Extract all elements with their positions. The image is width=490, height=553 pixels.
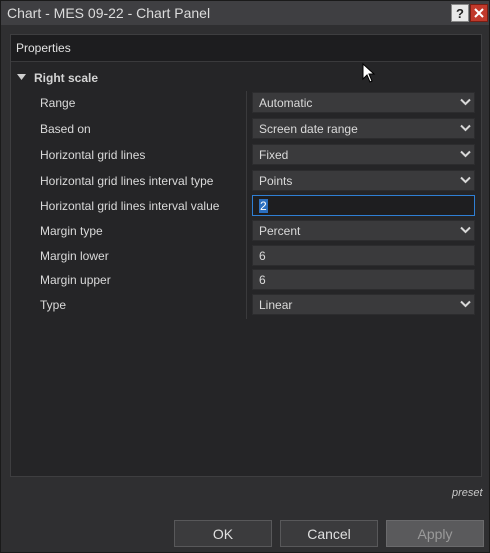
chevron-down-icon[interactable] xyxy=(460,150,471,158)
property-label: Margin lower xyxy=(40,249,109,263)
properties-panel: Properties Right scale Range Automatic Bas… xyxy=(10,34,482,477)
chevron-down-icon[interactable] xyxy=(460,176,471,184)
preset-link[interactable]: preset xyxy=(452,487,483,499)
property-label: Range xyxy=(40,96,76,110)
property-label: Margin type xyxy=(40,224,103,238)
dialog-window: Chart - MES 09-22 - Chart Panel ? Proper… xyxy=(0,0,490,553)
collapse-arrow-icon[interactable] xyxy=(17,74,26,80)
property-row: Margin lower 6 xyxy=(11,244,481,268)
property-dropdown[interactable]: Automatic xyxy=(252,92,475,113)
property-row: Range Automatic xyxy=(11,91,481,115)
property-value: 6 xyxy=(259,273,266,287)
property-label: Horizontal grid lines xyxy=(40,148,146,162)
ok-button[interactable]: OK xyxy=(174,520,272,547)
property-row: Based on Screen date range xyxy=(11,117,481,141)
property-dropdown[interactable]: Fixed xyxy=(252,144,475,165)
property-row: Horizontal grid lines interval type Point… xyxy=(11,169,481,193)
properties-header: Properties xyxy=(11,35,481,62)
property-label: Type xyxy=(40,298,67,312)
property-value: Linear xyxy=(259,298,293,312)
property-dropdown[interactable]: Screen date range xyxy=(252,118,475,139)
category-label: Right scale xyxy=(34,71,99,85)
property-dropdown[interactable]: Percent xyxy=(252,220,475,241)
category-right-scale[interactable]: Right scale xyxy=(11,69,481,89)
chevron-down-icon[interactable] xyxy=(460,300,471,308)
property-dropdown[interactable]: Points xyxy=(252,170,475,191)
property-label: Horizontal grid lines interval type xyxy=(40,174,214,188)
help-icon: ? xyxy=(456,5,464,21)
property-row: Type Linear xyxy=(11,293,481,317)
chevron-down-icon[interactable] xyxy=(460,226,471,234)
property-value: Automatic xyxy=(259,96,313,110)
property-row: Margin upper 6 xyxy=(11,268,481,292)
property-row: Horizontal grid lines interval value 2 xyxy=(11,194,481,218)
selected-text: 2 xyxy=(259,199,268,213)
property-label: Margin upper xyxy=(40,273,111,287)
title-bar[interactable]: Chart - MES 09-22 - Chart Panel ? xyxy=(1,1,489,25)
cancel-button[interactable]: Cancel xyxy=(280,520,378,547)
property-value: 2 xyxy=(259,199,268,213)
property-value: 6 xyxy=(259,249,266,263)
property-value: Fixed xyxy=(259,148,289,162)
property-label: Horizontal grid lines interval value xyxy=(40,199,220,213)
property-value: Points xyxy=(259,174,293,188)
apply-button[interactable]: Apply xyxy=(386,520,484,547)
property-value: Percent xyxy=(259,224,301,238)
close-icon xyxy=(474,8,484,18)
window-title: Chart - MES 09-22 - Chart Panel xyxy=(7,5,211,21)
mouse-cursor-icon xyxy=(362,63,376,83)
property-row: Margin type Percent xyxy=(11,219,481,243)
property-input[interactable]: 6 xyxy=(252,269,475,290)
property-input[interactable]: 2 xyxy=(252,195,475,216)
property-dropdown[interactable]: Linear xyxy=(252,294,475,315)
chevron-down-icon[interactable] xyxy=(460,98,471,106)
property-row: Horizontal grid lines Fixed xyxy=(11,143,481,167)
help-button[interactable]: ? xyxy=(451,4,469,22)
property-value: Screen date range xyxy=(259,122,358,136)
chevron-down-icon[interactable] xyxy=(460,124,471,132)
property-label: Based on xyxy=(40,122,91,136)
properties-title: Properties xyxy=(16,41,71,55)
close-button[interactable] xyxy=(470,4,488,22)
property-input[interactable]: 6 xyxy=(252,245,475,266)
